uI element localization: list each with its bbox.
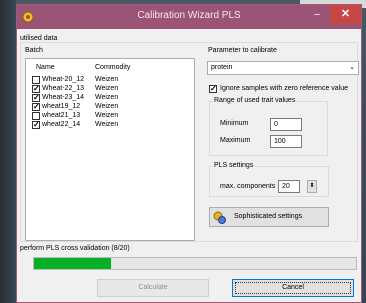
max-components-label: max. components [220,183,276,190]
ignore-zero-label: Ignore samples with zero reference value [220,85,349,92]
batch-commodity: Weizen [95,103,119,110]
progress-bar [33,257,357,270]
desktop-edge [0,0,16,303]
batch-name: Wheat-22_13 [42,85,85,92]
close-button[interactable]: ✕ [330,5,361,24]
batch-name: wheat22_14 [42,121,81,128]
gears-icon [213,211,226,224]
cancel-button[interactable]: Cancel [232,279,354,297]
max-components-input[interactable]: 20 [278,180,300,193]
list-item[interactable]: ✓ wheat22_14 Weizen [32,121,192,130]
parameter-label: Parameter to calibrate [208,47,277,54]
status-text: perform PLS cross validation (8/20) [20,245,130,252]
pls-settings-label: PLS settings [213,162,255,169]
batch-commodity: Weizen [95,94,119,101]
list-item[interactable]: ✓ Wheat-22_13 Weizen [32,85,192,94]
calculate-button[interactable]: Calculate [97,279,209,297]
maximum-input[interactable]: 100 [270,135,302,148]
batch-checkbox[interactable]: ✓ [32,103,40,111]
batch-commodity: Weizen [95,112,119,119]
parameter-value: protein [211,64,233,71]
batch-name: Wheat-23_14 [42,94,85,101]
chevron-down-icon: ⌄ [349,64,355,71]
sophisticated-settings-label: Sophisticated settings [234,213,303,220]
batch-checkbox[interactable]: ✓ [32,94,40,102]
range-label: Range of used trait values [213,97,297,104]
batch-name: wheat19_12 [42,103,81,110]
list-item[interactable]: wheat21_13 Weizen [32,112,192,121]
list-item[interactable]: Wheat-20_12 Weizen [32,76,192,85]
batch-name: wheat21_13 [42,112,81,119]
utilised-data-label: utilised data [20,35,58,42]
range-group [209,101,328,156]
column-header-commodity: Commodity [95,64,131,71]
progress-fill [34,258,112,269]
batch-checkbox[interactable]: ✓ [32,85,40,93]
minimum-label: Minimum [220,120,249,127]
batch-name: Wheat-20_12 [42,76,85,83]
batch-label: Batch [25,47,43,54]
list-item[interactable]: ✓ wheat19_12 Weizen [32,103,192,112]
parameter-select[interactable]: protein ⌄ [207,61,359,75]
calibration-wizard-window: Calibration Wizard PLS – ✕ utilised data… [16,4,362,303]
batch-commodity: Weizen [95,121,119,128]
column-header-name: Name [36,64,55,71]
batch-checkbox[interactable] [32,76,40,84]
minimum-input[interactable]: 0 [270,118,302,131]
maximum-label: Maximum [220,137,251,144]
ignore-zero-checkbox[interactable]: ✓ [209,85,217,93]
list-item[interactable]: ✓ Wheat-23_14 Weizen [32,94,192,103]
minimize-button[interactable]: – [309,9,325,23]
batch-commodity: Weizen [95,85,119,92]
spinner-icon[interactable]: ⬍ [307,180,317,193]
batch-checkbox[interactable]: ✓ [32,121,40,129]
batch-list[interactable]: Name Commodity Wheat-20_12 Weizen ✓ Whea… [25,58,195,241]
batch-checkbox[interactable] [32,112,40,120]
title-bar[interactable]: Calibration Wizard PLS – ✕ [17,5,361,29]
batch-commodity: Weizen [95,76,119,83]
sophisticated-settings-button[interactable]: Sophisticated settings [209,207,329,227]
